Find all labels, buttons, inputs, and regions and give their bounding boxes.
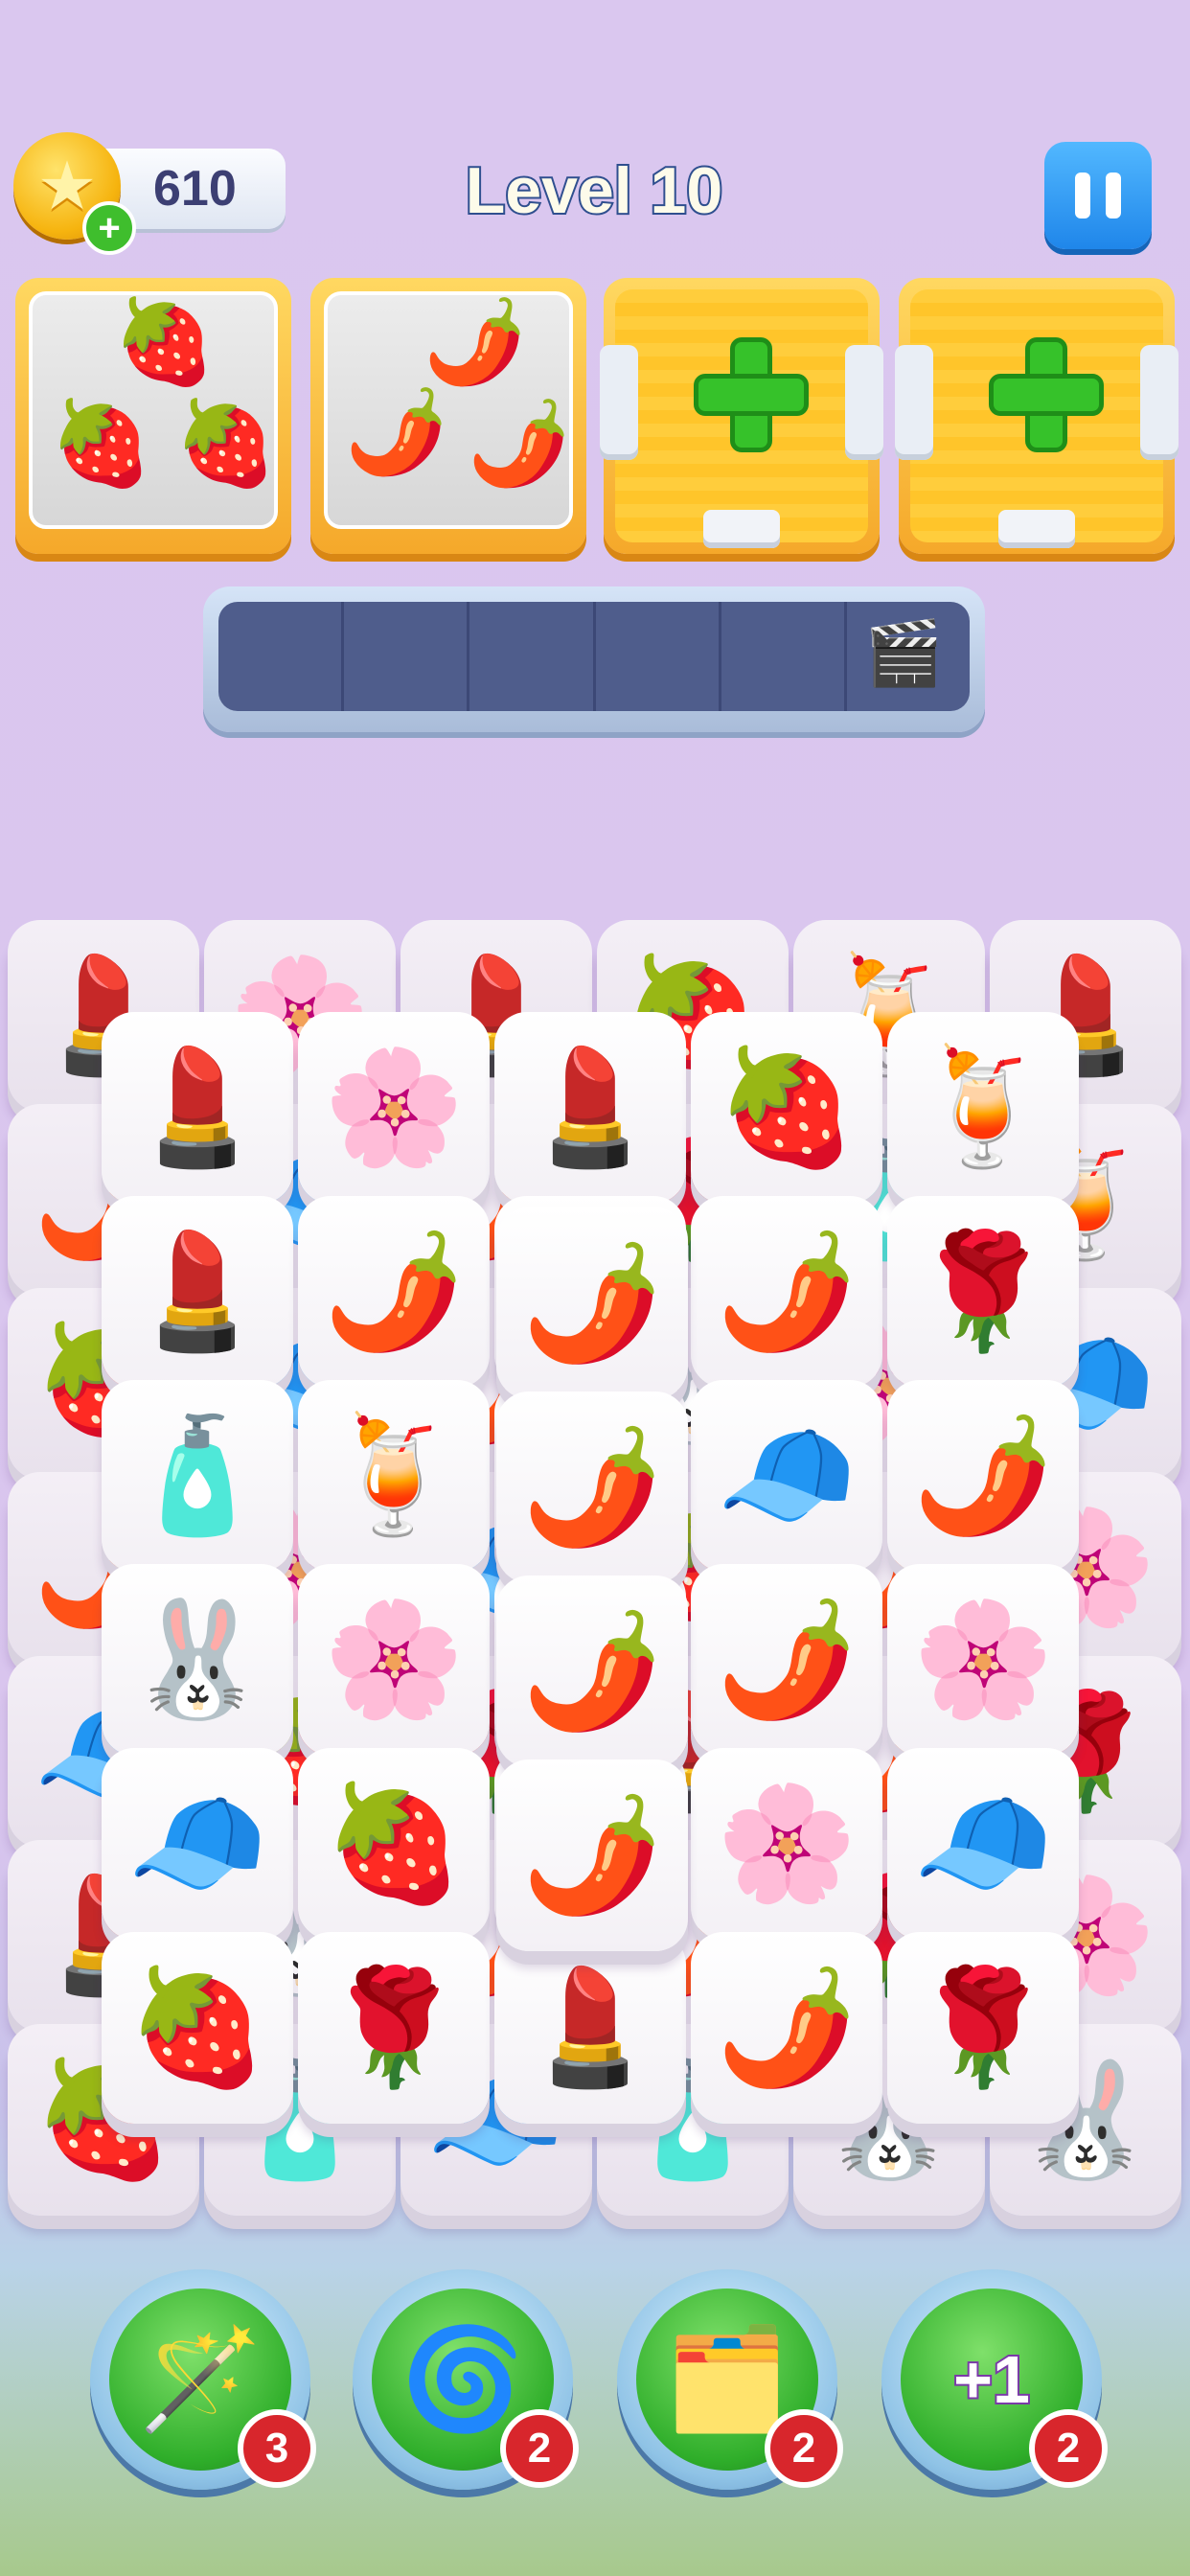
booster-count-badge: 2 (1029, 2409, 1108, 2488)
coin-balance: 610 (153, 161, 237, 217)
tile-pepper[interactable]: 🌶️ (496, 1208, 688, 1399)
order-slot-strawberry: 🍓 🍓 🍓 (15, 278, 291, 554)
tray-slot (344, 602, 470, 711)
tray-slot (721, 602, 847, 711)
green-plus-icon (694, 337, 809, 452)
plus-one-icon: +1 (951, 2342, 1032, 2417)
pause-button[interactable] (1044, 142, 1152, 249)
tile-cap[interactable]: 🧢 (102, 1748, 293, 1940)
booster-count-badge: 2 (500, 2409, 579, 2488)
tile-pepper[interactable]: 🌶️ (496, 1576, 688, 1767)
strawberry-icon: 🍓 (174, 398, 278, 490)
tile-flower[interactable]: 🌸 (298, 1012, 490, 1204)
tile-lipstick[interactable]: 💄 (494, 1012, 686, 1204)
tile-strawberry[interactable]: 🍓 (691, 1012, 882, 1204)
tile-flower[interactable]: 🌸 (298, 1564, 490, 1756)
tile-pepper[interactable]: 🌶️ (691, 1196, 882, 1388)
booster-undo-cards[interactable]: 🗂️ 2 (617, 2269, 843, 2490)
booster-magic-wand[interactable]: 🪄 3 (90, 2269, 316, 2490)
booster-count-badge: 2 (765, 2409, 843, 2488)
tile-lipstick[interactable]: 💄 (494, 1932, 686, 2124)
green-plus-icon (989, 337, 1104, 452)
tile-pepper[interactable]: 🌶️ (691, 1932, 882, 2124)
strawberry-icon: 🍓 (50, 398, 153, 490)
tile-rose[interactable]: 🌹 (298, 1932, 490, 2124)
tray-slot (218, 602, 345, 711)
tile-rose[interactable]: 🌹 (887, 1932, 1079, 2124)
tile-lipstick[interactable]: 💄 (102, 1196, 293, 1388)
tile-rose[interactable]: 🌹 (887, 1196, 1079, 1388)
chili-pepper-icon: 🌶️ (423, 296, 527, 388)
tile-cap[interactable]: 🧢 (691, 1380, 882, 1572)
level-title: Level 10 (464, 152, 724, 229)
tile-strawberry[interactable]: 🍓 (102, 1932, 293, 2124)
booster-pinwheel-shuffle[interactable]: 🌀 2 (353, 2269, 579, 2490)
tray-slot (469, 602, 596, 711)
clapperboard-video-icon[interactable]: 🎬 (864, 621, 943, 698)
chili-pepper-icon: 🌶️ (345, 386, 448, 478)
tile-pepper[interactable]: 🌶️ (298, 1196, 490, 1388)
pinwheel-icon: 🌀 (400, 2324, 525, 2435)
order-slot-chili-pepper: 🌶️ 🌶️ 🌶️ (310, 278, 586, 554)
booster-plus-one-slot[interactable]: +1 2 (881, 2269, 1108, 2490)
tile-pepper[interactable]: 🌶️ (691, 1564, 882, 1756)
pause-icon (1075, 172, 1090, 218)
tray-slot (596, 602, 721, 711)
tile-pepper[interactable]: 🌶️ (496, 1760, 688, 1951)
tile-bunny[interactable]: 🐰 (102, 1564, 293, 1756)
chili-pepper-icon: 🌶️ (468, 398, 571, 490)
add-coins-button[interactable]: + (82, 201, 136, 255)
tile-flower[interactable]: 🌸 (887, 1564, 1079, 1756)
tile-lipstick[interactable]: 💄 (102, 1012, 293, 1204)
cards-icon: 🗂️ (665, 2324, 790, 2435)
add-order-slot-button[interactable] (600, 278, 883, 554)
tile-board: 💄 🌸 💄 🍓 🍹 💄 🌶️ 🧢 🌶️ 🌹 🧴 🍹 🍓 🧢 🌶️ 🐰 🌸 🧢 🌶️ 🌸 🧢 🍓 🌶️ 🌸 🧢 🍓 🌹 💄 🌶️ 🌹 💄 🐰 🌶️… (0, 910, 1190, 2252)
tile-cap[interactable]: 🧢 (887, 1748, 1079, 1940)
add-order-slot-button[interactable] (895, 278, 1179, 554)
tile-pepper[interactable]: 🌶️ (496, 1392, 688, 1583)
tile-flower[interactable]: 🌸 (691, 1748, 882, 1940)
tile-tray: 🎬 (203, 586, 985, 732)
magic-wand-icon: 🪄 (138, 2324, 263, 2435)
strawberry-icon: 🍓 (113, 296, 217, 388)
booster-count-badge: 3 (238, 2409, 316, 2488)
tile-strawberry[interactable]: 🍓 (298, 1748, 490, 1940)
tile-drink[interactable]: 🍹 (298, 1380, 490, 1572)
tile-drink[interactable]: 🍹 (887, 1012, 1079, 1204)
tile-pepper[interactable]: 🌶️ (887, 1380, 1079, 1572)
tile-lotion[interactable]: 🧴 (102, 1380, 293, 1572)
